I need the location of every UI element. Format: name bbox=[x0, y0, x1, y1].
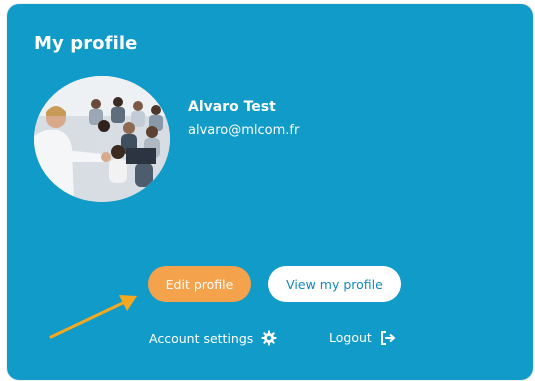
view-profile-button[interactable]: View my profile bbox=[268, 266, 401, 302]
arrow-icon bbox=[49, 295, 137, 339]
gear-icon bbox=[261, 330, 277, 346]
profile-card: My profile Alvaro Test alvaro@mlcom.fr E… bbox=[7, 4, 533, 380]
user-email: alvaro@mlcom.fr bbox=[188, 123, 300, 138]
avatar-photo bbox=[34, 76, 170, 202]
user-name: Alvaro Test bbox=[188, 99, 276, 115]
avatar bbox=[34, 76, 170, 202]
logout-label: Logout bbox=[329, 330, 372, 345]
account-settings-label: Account settings bbox=[149, 330, 254, 346]
logout-link[interactable]: Logout bbox=[329, 330, 396, 345]
edit-profile-button[interactable]: Edit profile bbox=[148, 266, 251, 302]
account-settings-link[interactable]: Account settings bbox=[149, 330, 277, 346]
page-title: My profile bbox=[34, 33, 138, 54]
logout-icon bbox=[380, 330, 396, 345]
